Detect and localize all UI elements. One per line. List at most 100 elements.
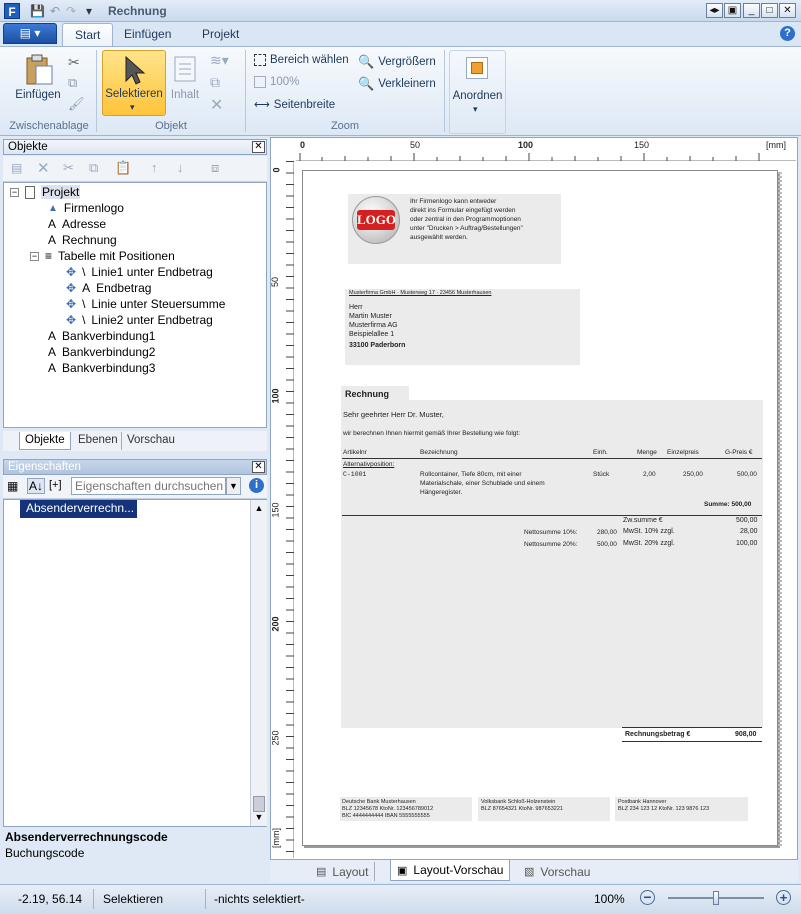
zoom-in-button[interactable]: 🔍 Vergrößern	[358, 54, 436, 70]
tree-item-tabelle[interactable]: − ≡ Tabelle mit Positionen	[30, 249, 175, 263]
zoom-slider-thumb[interactable]	[713, 891, 719, 905]
tree-item-bank3[interactable]: A Bankverbindung3	[48, 361, 155, 375]
paste-icon[interactable]: 📋	[115, 160, 131, 176]
objects-tab-bar: Objekte Ebenen Vorschau	[3, 431, 267, 451]
cut-icon[interactable]: ✂	[68, 54, 80, 71]
close-objects-panel-icon[interactable]: ✕	[252, 141, 265, 153]
paste-icon	[22, 53, 54, 87]
copy-icon[interactable]: ⧉	[68, 75, 77, 91]
ruler-label: 50	[270, 276, 281, 288]
expand-all-button[interactable]: [+]	[49, 479, 62, 491]
collapse-icon[interactable]: −	[30, 251, 39, 261]
categorized-icon[interactable]: ▦	[7, 479, 18, 493]
total-rule-top	[622, 727, 762, 728]
collapse-icon[interactable]: −	[10, 187, 19, 197]
format-painter-icon[interactable]: 🖌	[68, 96, 85, 112]
bank-line: BLZ 87654321 KtoNr. 987653221	[481, 806, 563, 812]
move-up-icon[interactable]: ↑	[151, 160, 158, 175]
tab-vorschau[interactable]: ▧ Vorschau	[518, 862, 596, 881]
net10-label: Nettosumme 10%:	[524, 529, 578, 536]
app-icon[interactable]: F	[4, 3, 20, 19]
minimize-button[interactable]: _	[743, 3, 760, 18]
file-menu-button[interactable]: ▤ ▾	[3, 23, 57, 44]
ruler-ticks	[299, 153, 760, 161]
tab-ebenen[interactable]: Ebenen	[73, 432, 123, 450]
tree-item-linie2[interactable]: ✥ \ Linie2 unter Endbetrag	[66, 313, 213, 327]
tab-layout[interactable]: ▤ Layout	[310, 862, 376, 881]
tab-vorschau-panel[interactable]: Vorschau	[121, 432, 180, 450]
zoom-out-button[interactable]: 🔍 Verkleinern	[358, 76, 436, 92]
scroll-thumb[interactable]	[253, 796, 265, 812]
vat20-label: MwSt. 20% zzgl.	[623, 540, 675, 547]
tree-item-projekt[interactable]: − Projekt	[10, 185, 81, 199]
quick-access-dropdown-icon[interactable]: ▾	[82, 4, 96, 18]
scroll-up-icon[interactable]: ▲	[251, 500, 267, 516]
tree-item-firmenlogo[interactable]: ▲ Firmenlogo	[48, 201, 124, 215]
close-button[interactable]: ✕	[779, 3, 796, 18]
info-icon[interactable]: i	[249, 478, 264, 493]
copy-icon[interactable]: ⧉	[89, 160, 98, 176]
redo-icon[interactable]: ↷	[64, 4, 78, 18]
arrange-button[interactable]: Anordnen ▾	[449, 50, 506, 134]
tree-item-bank2[interactable]: A Bankverbindung2	[48, 345, 155, 359]
tab-layout-vorschau[interactable]: ▣ Layout-Vorschau	[390, 860, 511, 881]
tree-item-endbetrag[interactable]: ✥ A Endbetrag	[66, 281, 151, 295]
duplicate-icon[interactable]: ⧉	[210, 74, 220, 91]
property-scrollbar[interactable]: ▲ ▼	[250, 500, 267, 826]
tab-einfuegen[interactable]: Einfügen	[112, 23, 183, 46]
tree-item-label: Linie2 unter Endbetrag	[91, 313, 213, 327]
property-item-selected[interactable]: Absenderverrechn...	[20, 500, 137, 518]
select-area-button[interactable]: Bereich wählen	[254, 54, 349, 66]
ruler-label: 150	[270, 502, 281, 518]
vat10-value: 28,00	[740, 528, 758, 535]
tab-objekte[interactable]: Objekte	[19, 432, 71, 450]
delete-icon[interactable]: ✕	[37, 159, 50, 177]
sort-alpha-icon[interactable]: A↓	[27, 478, 46, 494]
zoom-in-icon[interactable]: +	[776, 890, 791, 905]
move-down-icon[interactable]: ↓	[177, 160, 184, 175]
page-width-button[interactable]: ⟷ Seitenbreite	[254, 98, 335, 112]
property-search-input[interactable]	[71, 477, 226, 495]
objects-toolbar: ▤ ✕ ✂ ⧉ 📋 ↑ ↓ ⧈	[3, 156, 267, 182]
table-block[interactable]	[341, 400, 763, 728]
zoom-100-button[interactable]: 100%	[254, 76, 299, 88]
group-label-object: Objekt	[155, 120, 187, 132]
search-dropdown-icon[interactable]: ▼	[226, 477, 241, 495]
zoom-out-icon[interactable]: −	[640, 890, 655, 905]
tree-item-linie-steuer[interactable]: ✥ \ Linie unter Steuersumme	[66, 297, 225, 311]
ruler-label: 0	[300, 140, 306, 150]
tab-projekt[interactable]: Projekt	[190, 23, 251, 46]
table-header: Artikelnr	[343, 449, 367, 456]
tree-item-bank1[interactable]: A Bankverbindung1	[48, 329, 155, 343]
group-icon[interactable]: ⧈	[211, 160, 219, 176]
layout-icon: ▤	[316, 866, 327, 878]
scroll-down-icon[interactable]: ▼	[251, 812, 267, 822]
total-label: Rechnungsbetrag €	[625, 731, 691, 738]
logo-image: LOGO	[352, 196, 400, 244]
address-line: 33100 Paderborn	[349, 342, 406, 349]
close-properties-panel-icon[interactable]: ✕	[252, 461, 265, 473]
tree-item-adresse[interactable]: A Adresse	[48, 217, 106, 231]
zoom-slider[interactable]	[668, 891, 764, 905]
preview-icon: ▣	[397, 864, 408, 877]
window-title: Rechnung	[108, 4, 167, 18]
delete-icon[interactable]: ✕	[210, 95, 223, 115]
save-icon[interactable]: 💾	[30, 4, 45, 18]
maximize-button[interactable]: □	[761, 3, 778, 18]
ruler-unit: [mm]	[271, 828, 281, 848]
tree-item-linie1[interactable]: ✥ \ Linie1 unter Endbetrag	[66, 265, 213, 279]
restore-button[interactable]: ▣	[724, 3, 741, 18]
cut-icon[interactable]: ✂	[63, 160, 74, 176]
invoice-heading: Rechnung	[345, 389, 389, 399]
content-button[interactable]: Inhalt	[166, 89, 204, 101]
bank-line: BLZ 234 123 12 KtoNr. 123 9876 123	[618, 806, 710, 812]
undo-icon[interactable]: ↶	[48, 4, 62, 18]
help-icon[interactable]: ?	[780, 26, 795, 41]
pin-button[interactable]: ◂▸	[706, 3, 723, 18]
paste-button[interactable]: Einfügen	[12, 89, 64, 101]
select-button[interactable]: Selektieren ▾	[102, 50, 166, 116]
properties-icon[interactable]: ▤	[11, 161, 22, 175]
align-icon[interactable]: ≋▾	[210, 52, 229, 69]
tree-item-rechnung[interactable]: A Rechnung	[48, 233, 117, 247]
tab-start[interactable]: Start	[62, 23, 114, 46]
